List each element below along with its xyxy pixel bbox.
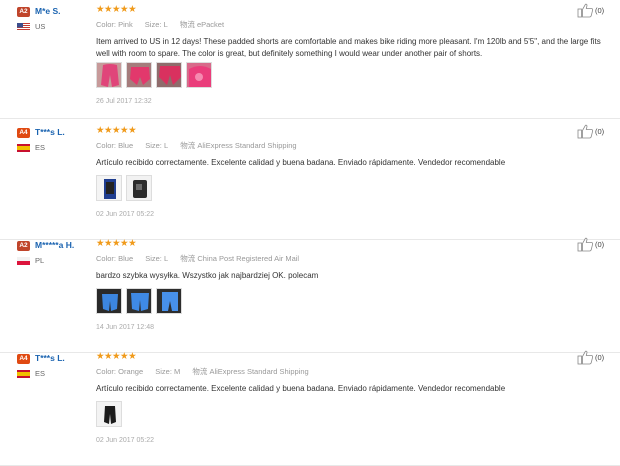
buyer-level-badge: A4 — [17, 128, 30, 138]
helpful-vote[interactable]: (0) — [577, 124, 604, 139]
buyer-level-badge: A4 — [17, 354, 30, 364]
review-item: A2 M*****a H. PL ★★★★★ Color: Blue Size:… — [0, 237, 620, 353]
reviewer-name[interactable]: M*****a H. — [35, 240, 74, 250]
helpful-count: (0) — [595, 240, 605, 249]
shipping-method: China Post Registered Air Mail — [197, 254, 300, 263]
review-photo-thumbnail[interactable] — [156, 288, 182, 314]
thumbs-up-icon[interactable] — [577, 3, 594, 18]
review-text: Artículo recibido correctamente. Excelen… — [96, 384, 506, 393]
review-photo-thumbnail[interactable] — [186, 62, 212, 88]
review-text: bardzo szybka wysyłka. Wszystko jak najb… — [96, 271, 319, 280]
order-properties: Color: Orange Size: M 物流 AliExpress Stan… — [96, 367, 309, 376]
review-photo-thumbnail[interactable] — [96, 62, 122, 88]
reviewer-country: ES — [35, 143, 46, 152]
review-photos — [96, 62, 212, 88]
review-date: 02 Jun 2017 05:22 — [96, 437, 154, 444]
review-photo-thumbnail[interactable] — [96, 288, 122, 314]
ordered-size: L — [163, 20, 168, 29]
shipping-icon: 物流 — [180, 254, 196, 263]
ordered-size: M — [174, 367, 181, 376]
review-item: A4 T***s L. ES ★★★★★ Color: Blue Size: L… — [0, 124, 620, 240]
review-photo-thumbnail[interactable] — [126, 62, 152, 88]
review-item: A2 M*e S. US ★★★★★ Color: Pink Size: L 物… — [0, 3, 620, 119]
review-text: Item arrived to US in 12 days! These pad… — [96, 37, 601, 58]
star-rating: ★★★★★ — [96, 4, 137, 15]
helpful-count: (0) — [595, 6, 605, 15]
shipping-method: AliExpress Standard Shipping — [197, 141, 297, 150]
review-photo-thumbnail[interactable] — [126, 288, 152, 314]
thumbs-up-icon[interactable] — [577, 124, 594, 139]
star-rating: ★★★★★ — [96, 351, 137, 362]
review-photos — [96, 401, 122, 427]
country-flag-icon — [17, 144, 30, 152]
order-properties: Color: Pink Size: L 物流 ePacket — [96, 20, 225, 29]
country-flag-icon — [17, 23, 30, 31]
buyer-level-badge: A2 — [17, 241, 30, 251]
review-photos — [96, 175, 152, 201]
review-date: 26 Jul 2017 12:32 — [96, 98, 152, 105]
thumbs-up-icon[interactable] — [577, 237, 594, 252]
ordered-color: Blue — [118, 141, 134, 150]
helpful-vote[interactable]: (0) — [577, 350, 604, 365]
ordered-color: Blue — [118, 254, 134, 263]
reviewer-country: US — [35, 22, 46, 31]
review-photo-thumbnail[interactable] — [96, 401, 122, 427]
ordered-color: Pink — [118, 20, 133, 29]
reviewer-name[interactable]: T***s L. — [35, 353, 65, 363]
shipping-method: ePacket — [196, 20, 225, 29]
reviewer-country: ES — [35, 369, 46, 378]
review-photo-thumbnail[interactable] — [156, 62, 182, 88]
review-photo-thumbnail[interactable] — [96, 175, 122, 201]
reviewer-country: PL — [35, 256, 45, 265]
ordered-size: L — [164, 254, 169, 263]
ordered-color: Orange — [118, 367, 144, 376]
star-rating: ★★★★★ — [96, 238, 137, 249]
helpful-vote[interactable]: (0) — [577, 3, 604, 18]
review-date: 02 Jun 2017 05:22 — [96, 211, 154, 218]
review-date: 14 Jun 2017 12:48 — [96, 324, 154, 331]
review-item: A4 T***s L. ES ★★★★★ Color: Orange Size:… — [0, 350, 620, 466]
helpful-count: (0) — [595, 127, 605, 136]
shipping-icon: 物流 — [179, 20, 195, 29]
review-photo-thumbnail[interactable] — [126, 175, 152, 201]
helpful-vote[interactable]: (0) — [577, 237, 604, 252]
shipping-icon: 物流 — [192, 367, 208, 376]
shipping-icon: 物流 — [180, 141, 196, 150]
review-text: Artículo recibido correctamente. Excelen… — [96, 158, 506, 167]
shipping-method: AliExpress Standard Shipping — [209, 367, 309, 376]
review-photos — [96, 288, 182, 314]
buyer-level-badge: A2 — [17, 7, 30, 17]
reviewer-name[interactable]: T***s L. — [35, 127, 65, 137]
helpful-count: (0) — [595, 353, 605, 362]
star-rating: ★★★★★ — [96, 125, 137, 136]
order-properties: Color: Blue Size: L 物流 China Post Regist… — [96, 254, 300, 263]
reviewer-name[interactable]: M*e S. — [35, 6, 61, 16]
ordered-size: L — [164, 141, 169, 150]
order-properties: Color: Blue Size: L 物流 AliExpress Standa… — [96, 141, 297, 150]
country-flag-icon — [17, 370, 30, 378]
country-flag-icon — [17, 257, 30, 265]
thumbs-up-icon[interactable] — [577, 350, 594, 365]
